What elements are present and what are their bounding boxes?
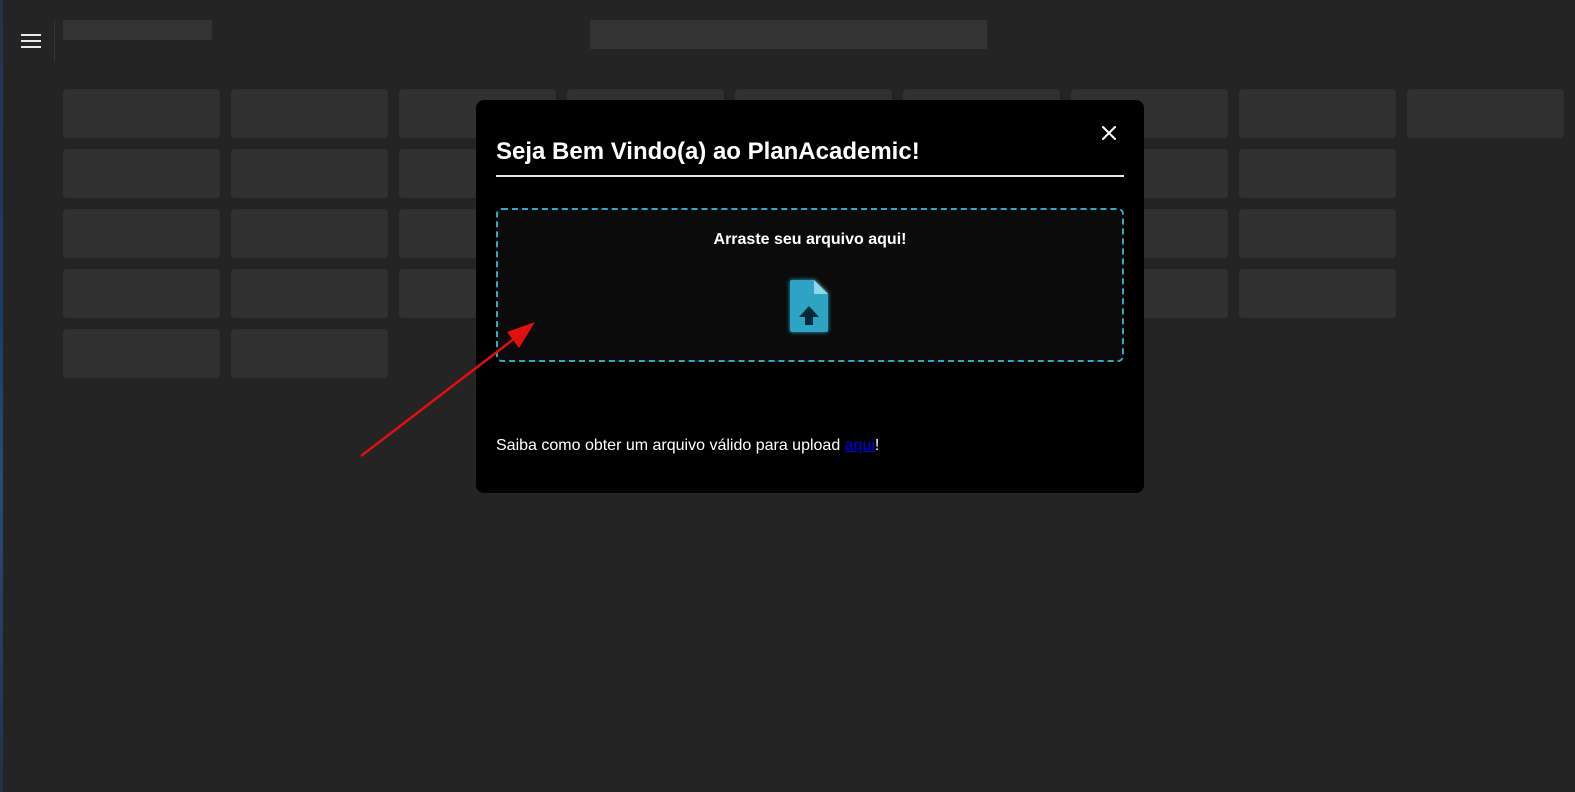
hamburger-menu-button[interactable] <box>16 28 46 54</box>
course-card-placeholder <box>63 89 220 138</box>
upload-help-text: Saiba como obter um arquivo válido para … <box>496 437 879 455</box>
page-title-placeholder <box>63 20 212 40</box>
close-icon <box>1102 126 1116 140</box>
help-link[interactable]: aqui <box>845 437 875 454</box>
course-card-placeholder <box>1407 89 1564 138</box>
close-button[interactable] <box>1096 120 1122 146</box>
search-placeholder <box>590 20 987 49</box>
title-divider <box>496 175 1124 177</box>
help-text-suffix: ! <box>874 437 880 454</box>
course-card-placeholder <box>1239 89 1396 138</box>
hamburger-menu-icon <box>21 34 41 48</box>
course-card-placeholder <box>63 209 220 258</box>
annotation-arrow <box>360 322 535 457</box>
course-card-placeholder <box>63 149 220 198</box>
course-card-placeholder <box>231 149 388 198</box>
course-card-placeholder <box>63 329 220 378</box>
course-card-placeholder <box>1239 149 1396 198</box>
course-card-placeholder <box>1239 209 1396 258</box>
course-card-placeholder <box>1239 269 1396 318</box>
dropzone-label: Arraste seu arquivo aqui! <box>713 231 907 248</box>
file-dropzone[interactable]: Arraste seu arquivo aqui! <box>496 208 1124 362</box>
course-card-placeholder <box>63 269 220 318</box>
course-card-placeholder <box>231 269 388 318</box>
header-divider <box>54 20 55 62</box>
file-upload-icon <box>790 280 828 332</box>
welcome-modal: Seja Bem Vindo(a) ao PlanAcademic! Arras… <box>476 100 1144 493</box>
window-edge-strip <box>0 0 3 792</box>
course-card-placeholder <box>231 209 388 258</box>
course-card-placeholder <box>231 89 388 138</box>
help-text-prefix: Saiba como obter um arquivo válido para … <box>496 437 845 454</box>
modal-title: Seja Bem Vindo(a) ao PlanAcademic! <box>496 138 920 165</box>
